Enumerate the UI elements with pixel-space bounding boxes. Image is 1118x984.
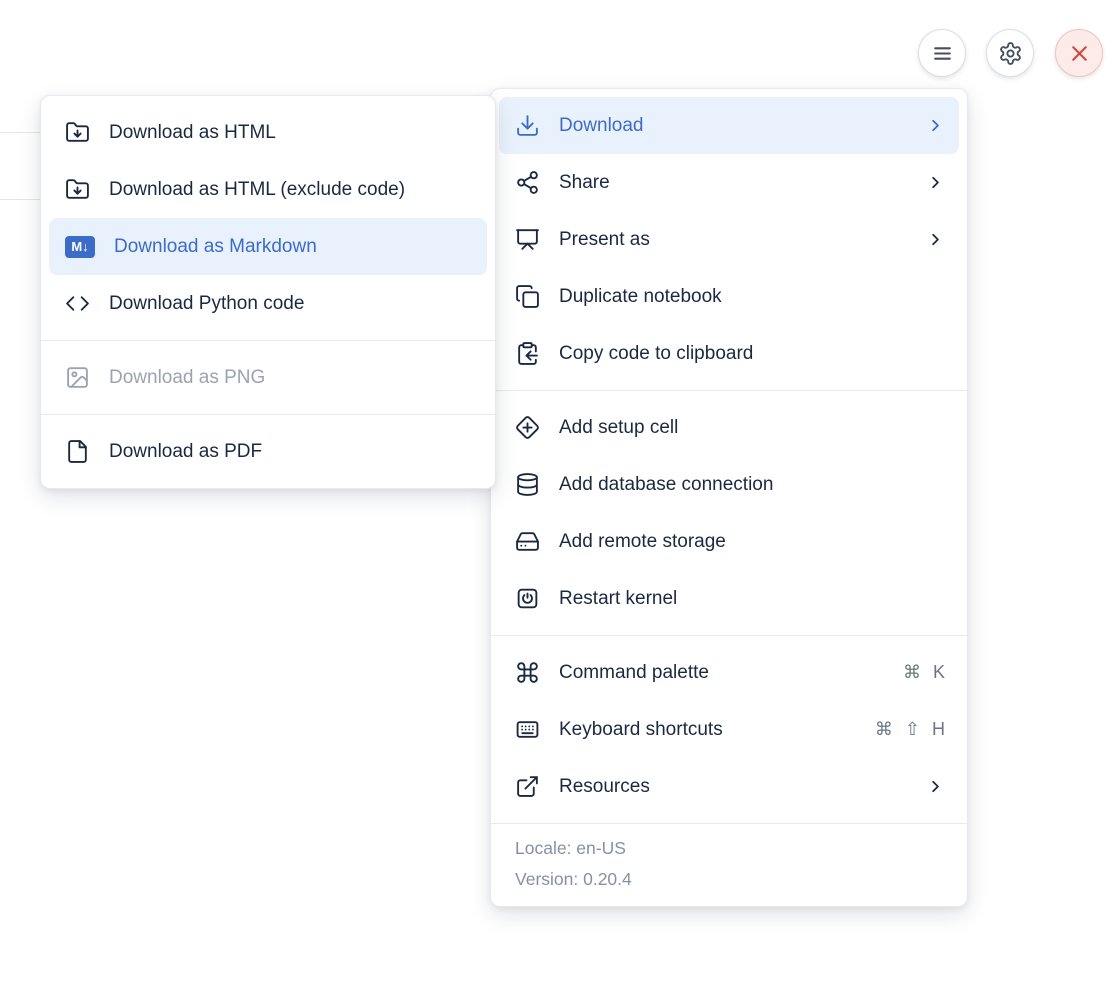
code-icon: [65, 291, 90, 316]
presentation-icon: [515, 227, 540, 252]
download-submenu-panel: Download as HTML Download as HTML (exclu…: [40, 95, 496, 489]
menu-item-add-setup-cell[interactable]: Add setup cell: [499, 399, 959, 456]
share-icon: [515, 170, 540, 195]
submenu-item-download-markdown[interactable]: M↓ Download as Markdown: [49, 218, 487, 275]
image-icon: [65, 365, 90, 390]
menu-item-command-palette[interactable]: Command palette ⌘ K: [499, 644, 959, 701]
chevron-right-icon: [926, 173, 945, 192]
menu-item-restart-kernel[interactable]: Restart kernel: [499, 570, 959, 627]
menu-item-keyboard-shortcuts[interactable]: Keyboard shortcuts ⌘ ⇧ H: [499, 701, 959, 758]
download-icon: [515, 113, 540, 138]
menu-group: Download Share Present as: [491, 89, 967, 390]
menu-group: Download as PDF: [41, 414, 495, 488]
locale-text: Locale: en-US: [515, 833, 951, 864]
version-text: Version: 0.20.4: [515, 864, 951, 895]
menu-item-label: Copy code to clipboard: [559, 343, 945, 365]
menu-group: Add setup cell Add database connection A…: [491, 390, 967, 635]
menu-group: Command palette ⌘ K Keyboard shortcuts ⌘…: [491, 635, 967, 823]
menu-item-label: Share: [559, 172, 907, 194]
close-button[interactable]: [1055, 29, 1103, 77]
menu-footer: Locale: en-US Version: 0.20.4: [491, 823, 967, 906]
menu-item-label: Restart kernel: [559, 588, 945, 610]
file-icon: [65, 439, 90, 464]
shortcut-hint: ⌘ ⇧ H: [875, 719, 945, 740]
shortcut-hint: ⌘ K: [903, 662, 945, 683]
menu-item-label: Download as HTML: [109, 122, 473, 144]
menu-item-label: Download as HTML (exclude code): [109, 179, 473, 201]
background-divider: [0, 132, 41, 133]
menu-item-label: Present as: [559, 229, 907, 251]
menu-item-label: Download as PNG: [109, 367, 473, 389]
menu-item-label: Resources: [559, 776, 907, 798]
chevron-right-icon: [926, 230, 945, 249]
menu-item-share[interactable]: Share: [499, 154, 959, 211]
menu-group: Download as HTML Download as HTML (exclu…: [41, 96, 495, 340]
menu-item-resources[interactable]: Resources: [499, 758, 959, 815]
menu-group: Download as PNG: [41, 340, 495, 414]
menu-item-label: Download as Markdown: [114, 236, 473, 258]
diamond-plus-icon: [515, 415, 540, 440]
chevron-right-icon: [926, 116, 945, 135]
menu-item-label: Download: [559, 115, 907, 137]
submenu-item-download-png[interactable]: Download as PNG: [49, 349, 487, 406]
clipboard-copy-icon: [515, 341, 540, 366]
folder-down-icon: [65, 177, 90, 202]
notebook-menu-panel: Download Share Present as: [490, 88, 968, 907]
background-divider: [0, 199, 41, 200]
hard-drive-icon: [515, 529, 540, 554]
chevron-right-icon: [926, 777, 945, 796]
power-icon: [515, 586, 540, 611]
submenu-item-download-pdf[interactable]: Download as PDF: [49, 423, 487, 480]
notebook-menu-button[interactable]: [918, 29, 966, 77]
close-icon: [1067, 41, 1092, 66]
database-icon: [515, 472, 540, 497]
menu-item-label: Duplicate notebook: [559, 286, 945, 308]
keyboard-icon: [515, 717, 540, 742]
menu-item-label: Add setup cell: [559, 417, 945, 439]
menu-item-label: Keyboard shortcuts: [559, 719, 856, 741]
settings-button[interactable]: [986, 29, 1034, 77]
folder-down-icon: [65, 120, 90, 145]
command-icon: [515, 660, 540, 685]
menu-item-label: Add remote storage: [559, 531, 945, 553]
submenu-item-download-html[interactable]: Download as HTML: [49, 104, 487, 161]
external-link-icon: [515, 774, 540, 799]
menu-item-copy-code[interactable]: Copy code to clipboard: [499, 325, 959, 382]
menu-item-duplicate-notebook[interactable]: Duplicate notebook: [499, 268, 959, 325]
menu-item-label: Command palette: [559, 662, 884, 684]
menu-item-add-database-connection[interactable]: Add database connection: [499, 456, 959, 513]
menu-item-add-remote-storage[interactable]: Add remote storage: [499, 513, 959, 570]
submenu-item-download-python[interactable]: Download Python code: [49, 275, 487, 332]
menu-item-label: Download as PDF: [109, 441, 473, 463]
copy-icon: [515, 284, 540, 309]
submenu-item-download-html-exclude-code[interactable]: Download as HTML (exclude code): [49, 161, 487, 218]
menu-item-present-as[interactable]: Present as: [499, 211, 959, 268]
menu-item-label: Add database connection: [559, 474, 945, 496]
hamburger-icon: [930, 41, 955, 66]
menu-item-download[interactable]: Download: [499, 97, 959, 154]
menu-item-label: Download Python code: [109, 293, 473, 315]
markdown-icon: M↓: [65, 236, 95, 258]
gear-icon: [998, 41, 1023, 66]
